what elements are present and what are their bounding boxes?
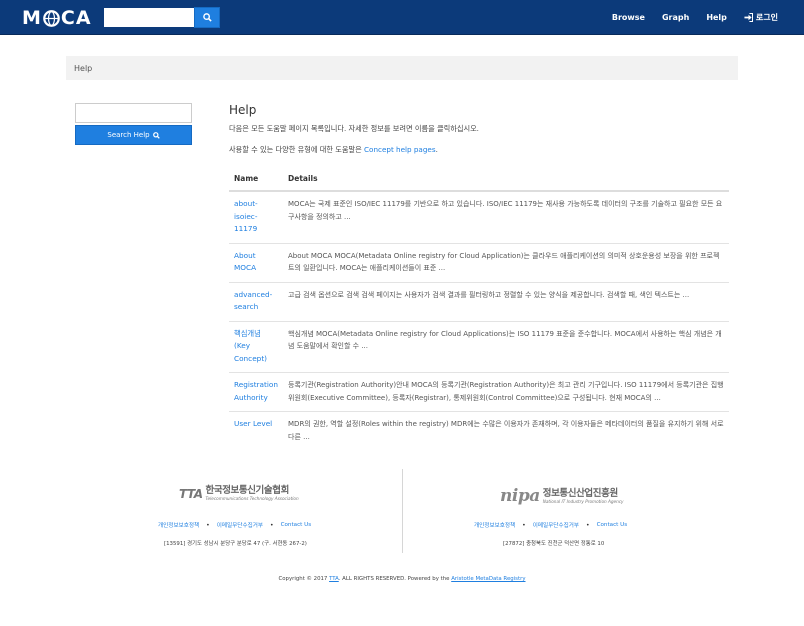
top-navbar: M CA Browse Graph Help 로그인 — [0, 0, 804, 35]
concept-help-pages-link[interactable]: Concept help pages — [364, 145, 436, 154]
tta-email-refusal-link[interactable]: 이메일무단수집거부 — [217, 521, 263, 529]
help-link-about-isoiec-11179[interactable]: about-isoiec-11179 — [234, 199, 258, 233]
table-cell-details: About MOCA MOCA(Metadata Online registry… — [283, 243, 729, 283]
table-cell-details: 등록기관(Registration Authority)안내 MOCA의 등록기… — [283, 372, 729, 412]
table-row: Registration Authority 등록기관(Registration… — [229, 372, 729, 412]
column-header-details: Details — [283, 169, 729, 192]
table-cell-name: User Level — [229, 412, 283, 451]
tta-address: [13591] 경기도 성남시 분당구 분당로 47 (구. 서현동 267-2… — [164, 541, 307, 547]
copyright-tta-link[interactable]: TTA — [329, 576, 339, 582]
copyright-prefix: Copyright © 2017 — [278, 576, 330, 582]
help-pages-table: Name Details about-isoiec-11179 MOCA는 국제… — [229, 169, 729, 450]
table-row: About MOCA About MOCA MOCA(Metadata Onli… — [229, 243, 729, 283]
tta-org-name: 한국정보통신기술협회 — [205, 485, 290, 496]
help-link-registration-authority[interactable]: Registration Authority — [234, 380, 278, 402]
separator-dot: • — [270, 521, 274, 529]
tta-footer-links: 개인정보보호정책 • 이메일무단수집거부 • Contact Us — [158, 521, 312, 530]
table-row: 핵심개념 (Key Concept) 핵심개념 MOCA(Metadata On… — [229, 321, 729, 373]
tta-contact-link[interactable]: Contact Us — [281, 522, 312, 528]
column-header-name: Name — [229, 169, 284, 192]
table-cell-name: 핵심개념 (Key Concept) — [229, 321, 284, 373]
table-cell-details: 핵심개념 MOCA(Metadata Online registry for C… — [283, 321, 729, 373]
table-header-row: Name Details — [229, 169, 729, 192]
separator-dot: • — [586, 521, 590, 529]
sign-in-icon — [744, 13, 753, 22]
search-help-button[interactable]: Search Help — [75, 125, 192, 145]
header-search-input[interactable] — [104, 8, 194, 27]
table-cell-name: About MOCA — [229, 243, 284, 283]
table-cell-name: Registration Authority — [229, 372, 284, 412]
tta-privacy-link[interactable]: 개인정보보호정책 — [158, 521, 199, 529]
copyright: Copyright © 2017 TTA. ALL RIGHTS RESERVE… — [0, 576, 804, 582]
intro-text: 다음은 모든 도움말 페이지 목록입니다. 자세한 정보를 보려면 이름을 클릭… — [229, 124, 479, 133]
separator-dot: • — [522, 521, 526, 529]
intro-concept-suffix: . — [435, 145, 438, 154]
separator-dot: • — [206, 521, 210, 529]
table-cell-details: MDR의 권한, 역할 설정(Roles within the registry… — [288, 420, 724, 441]
nav-help[interactable]: Help — [706, 13, 727, 22]
nipa-logo-mark: nipa — [500, 486, 540, 506]
tta-org-sub: Telecommunications Technology Associatio… — [205, 496, 299, 501]
intro-concept-prefix: 사용할 수 있는 다양한 유형에 대한 도움말은 — [229, 145, 365, 154]
table-row: User Level MDR의 권한, 역할 설정(Roles within t… — [229, 412, 729, 451]
nipa-privacy-link[interactable]: 개인정보보호정책 — [474, 521, 515, 529]
table-row: advanced-search 고급 검색 옵션으로 검색 검색 페이지는 사용… — [229, 282, 729, 322]
help-link-user-level[interactable]: User Level — [234, 419, 272, 428]
nipa-org-name: 정보통신산업진흥원 — [542, 487, 618, 499]
help-link-about-moca[interactable]: About MOCA — [234, 251, 256, 273]
copyright-mid: . ALL RIGHTS RESERVED. Powered by the — [338, 576, 452, 582]
search-icon — [202, 13, 212, 22]
nipa-org-sub: National IT Industry Promotion Agency — [542, 498, 624, 504]
breadcrumb: Help — [66, 56, 738, 80]
moca-logo[interactable]: M CA — [22, 8, 92, 28]
page-title: Help — [229, 103, 257, 117]
search-icon — [152, 131, 160, 139]
main-content: Help 다음은 모든 도움말 페이지 목록입니다. 자세한 정보를 보려면 이… — [229, 103, 729, 450]
nav-login-label: 로그인 — [755, 13, 778, 22]
nipa-logo: nipa 정보통신산업진흥원 National IT Industry Prom… — [500, 486, 624, 506]
breadcrumb-current: Help — [74, 63, 93, 73]
tta-logo: TTA 한국정보통신기술협회 Telecommunications Techno… — [179, 485, 299, 502]
nipa-email-refusal-link[interactable]: 이메일무단수집거부 — [533, 521, 579, 529]
nipa-contact-link[interactable]: Contact Us — [597, 522, 628, 528]
table-row: about-isoiec-11179 MOCA는 국제 표준인 ISO/IEC … — [229, 191, 729, 244]
nav-graph[interactable]: Graph — [662, 13, 689, 22]
footer-divider — [402, 469, 403, 553]
logo-text-left: M — [22, 7, 42, 29]
tta-logo-mark: TTA — [179, 486, 203, 501]
header-search-button[interactable] — [194, 7, 220, 28]
intro-concept-text: 사용할 수 있는 다양한 유형에 대한 도움말은 Concept help pa… — [229, 145, 729, 155]
nipa-footer-links: 개인정보보호정책 • 이메일무단수집거부 • Contact Us — [474, 521, 628, 530]
table-cell-details: 고급 검색 옵션으로 검색 검색 페이지는 사용자가 검색 결과를 필터링하고 … — [283, 282, 729, 322]
search-help-label: Search Help — [107, 131, 150, 139]
nav-login[interactable]: 로그인 — [744, 12, 778, 23]
help-link-key-concept[interactable]: 핵심개념 (Key Concept) — [234, 329, 267, 363]
table-cell-name: about-isoiec-11179 — [229, 191, 284, 244]
aristotle-registry-link[interactable]: Aristotle MetaData Registry — [451, 576, 525, 582]
table-cell-name: advanced-search — [229, 282, 284, 322]
logo-globe-icon — [43, 9, 60, 27]
help-search-input[interactable] — [75, 103, 192, 123]
nav-browse[interactable]: Browse — [612, 13, 645, 22]
nipa-address: [27872] 충청북도 진천군 덕산면 정통로 10 — [503, 541, 605, 547]
table-cell-details: MOCA는 국제 표준인 ISO/IEC 11179를 기반으로 하고 있습니다… — [283, 191, 729, 244]
logo-text-right: CA — [60, 7, 92, 29]
help-link-advanced-search[interactable]: advanced-search — [234, 290, 272, 312]
nav-links: Browse Graph Help 로그인 — [595, 0, 778, 35]
